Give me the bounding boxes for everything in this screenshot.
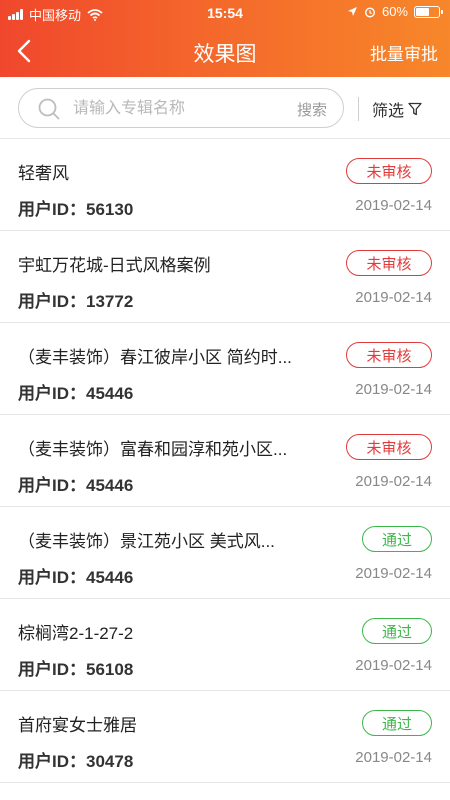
item-date: 2019-02-14: [355, 381, 432, 398]
item-date: 2019-02-14: [355, 749, 432, 766]
item-title: 宇虹万花城-日式风格案例: [18, 256, 211, 275]
list-item[interactable]: 棕榈湾2-1-27-2 通过 用户ID：56108 2019-02-14: [0, 599, 450, 691]
item-user-id: 用户ID：13772: [18, 292, 134, 311]
item-title: 首府宴女士雅居: [18, 716, 137, 735]
status-badge: 通过: [362, 526, 432, 552]
item-user-id: 用户ID：30478: [18, 752, 134, 771]
item-title: （麦丰装饰）富春和园淳和苑小区...: [18, 440, 288, 459]
item-date: 2019-02-14: [355, 657, 432, 674]
search-icon: [38, 98, 60, 120]
list-item[interactable]: 首府宴女士雅居 通过 用户ID：30478 2019-02-14: [0, 691, 450, 783]
item-date: 2019-02-14: [355, 289, 432, 306]
list-item[interactable]: （麦丰装饰）春江彼岸小区 简约时... 未审核 用户ID：45446 2019-…: [0, 323, 450, 415]
status-badge: 通过: [362, 710, 432, 736]
search-box[interactable]: 搜索: [18, 88, 344, 128]
status-badge: 未审核: [346, 250, 432, 276]
alarm-icon: [364, 6, 375, 18]
item-user-id: 用户ID：45446: [18, 476, 134, 495]
search-row: 搜索 筛选: [0, 77, 450, 139]
nav-bar: 效果图 批量审批: [0, 26, 450, 77]
battery-percent: 60%: [381, 4, 408, 19]
item-date: 2019-02-14: [355, 197, 432, 214]
item-title: （麦丰装饰）景江苑小区 美式风...: [18, 532, 275, 551]
item-user-id: 用户ID：56108: [18, 660, 134, 679]
search-button[interactable]: 搜索: [297, 99, 327, 120]
status-badge: 未审核: [346, 434, 432, 460]
status-badge: 未审核: [346, 158, 432, 184]
status-right: 60%: [347, 4, 443, 19]
list-item[interactable]: 宇虹万花城-日式风格案例 未审核 用户ID：13772 2019-02-14: [0, 231, 450, 323]
item-title: 棕榈湾2-1-27-2: [18, 624, 134, 643]
filter-label: 筛选: [372, 103, 405, 120]
location-arrow-icon: [347, 7, 357, 16]
item-date: 2019-02-14: [355, 565, 432, 582]
status-badge: 通过: [362, 618, 432, 644]
list-item[interactable]: 轻奢风 未审核 用户ID：56130 2019-02-14: [0, 139, 450, 231]
status-badge: 未审核: [346, 342, 432, 368]
item-user-id: 用户ID：56130: [18, 200, 134, 219]
item-date: 2019-02-14: [355, 473, 432, 490]
filter-icon: [408, 102, 422, 116]
list-item[interactable]: （麦丰装饰）景江苑小区 美式风... 通过 用户ID：45446 2019-02…: [0, 507, 450, 599]
filter-button[interactable]: 筛选: [372, 97, 422, 121]
list-item[interactable]: （麦丰装饰）富春和园淳和苑小区... 未审核 用户ID：45446 2019-0…: [0, 415, 450, 507]
item-user-id: 用户ID：45446: [18, 384, 134, 403]
battery-icon: [414, 5, 443, 18]
item-title: 轻奢风: [18, 164, 69, 183]
batch-approve-button[interactable]: 批量审批: [370, 40, 438, 65]
item-list: 轻奢风 未审核 用户ID：56130 2019-02-14 宇虹万花城-日式风格…: [0, 139, 450, 783]
status-bar: 中国移动 15:54 60%: [0, 0, 450, 26]
divider: [358, 97, 359, 121]
item-title: （麦丰装饰）春江彼岸小区 简约时...: [18, 348, 292, 367]
header: 中国移动 15:54 60% 效果图 批量审批: [0, 0, 450, 77]
search-input[interactable]: [71, 97, 280, 121]
item-user-id: 用户ID：45446: [18, 568, 134, 587]
